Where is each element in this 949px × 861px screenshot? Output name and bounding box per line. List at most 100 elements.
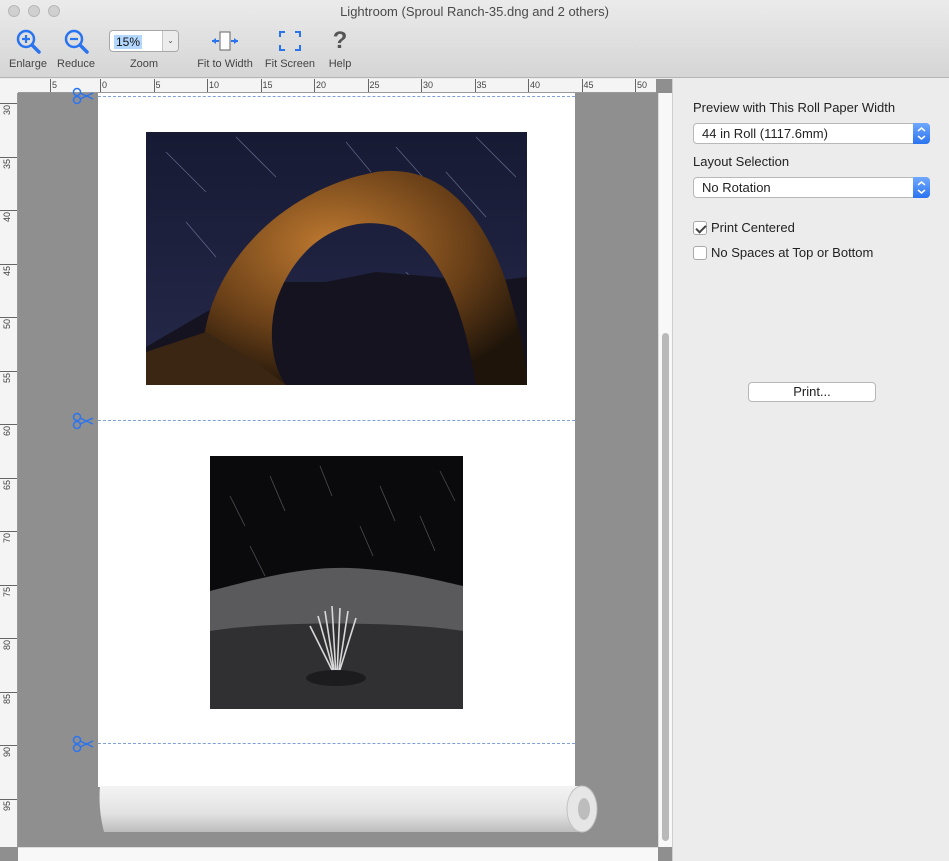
scissors-icon <box>72 87 94 105</box>
enlarge-label: Enlarge <box>9 58 47 70</box>
desert-plant-photo <box>210 456 463 709</box>
roll-width-value: 44 in Roll (1117.6mm) <box>702 126 828 141</box>
ruler-tick <box>581 79 583 92</box>
vertical-scrollbar[interactable] <box>658 93 672 847</box>
ruler-tick <box>0 317 17 318</box>
zoom-value: 15% <box>114 35 143 49</box>
ruler-label: 35 <box>2 158 12 169</box>
cut-line <box>98 96 575 97</box>
fit-screen-icon <box>262 26 318 56</box>
ruler-label: 50 <box>2 319 12 330</box>
ruler-label: 75 <box>2 586 12 597</box>
ruler-label: 95 <box>2 800 12 811</box>
ruler-tick <box>0 798 17 800</box>
updown-arrows-icon <box>913 177 930 198</box>
print-preview-area[interactable]: 5 0 5 10 15 20 25 30 35 40 45 50 30 35 40 45 50 55 60 65 70… <box>0 79 672 861</box>
cut-line <box>98 420 575 421</box>
ruler-label: 20 <box>316 80 327 90</box>
ruler-tick <box>0 584 17 586</box>
print-button[interactable]: Print... <box>748 382 876 402</box>
ruler-tick <box>0 745 17 746</box>
print-centered-checkbox[interactable]: Print Centered <box>693 220 795 235</box>
fit-screen-button[interactable]: Fit Screen <box>262 26 318 70</box>
zoom-label: Zoom <box>129 58 159 70</box>
ruler-tick <box>0 424 17 425</box>
fit-to-width-button[interactable]: Fit to Width <box>190 26 260 70</box>
fit-screen-label: Fit Screen <box>264 58 316 70</box>
window-title: Lightroom (Sproul Ranch-35.dng and 2 oth… <box>340 4 609 19</box>
print-preview-window: Lightroom (Sproul Ranch-35.dng and 2 oth… <box>0 0 949 861</box>
ruler-label: 25 <box>369 80 380 90</box>
cut-line <box>98 743 575 744</box>
checkbox-unchecked-icon[interactable] <box>693 245 707 260</box>
ruler-tick <box>0 103 17 104</box>
titlebar: Lightroom (Sproul Ranch-35.dng and 2 oth… <box>0 0 949 78</box>
ruler-tick <box>367 79 369 92</box>
ruler-tick <box>260 79 262 92</box>
help-icon: ? <box>332 27 348 54</box>
ruler-label: 30 <box>2 105 12 116</box>
ruler-label: 70 <box>2 533 12 544</box>
ruler-label: 15 <box>262 80 273 90</box>
zoom-select[interactable]: 15% ⌄ <box>109 30 179 52</box>
ruler-tick <box>528 79 529 92</box>
ruler-label: 90 <box>2 747 12 758</box>
chevron-down-icon: ⌄ <box>162 31 178 51</box>
scrollbar-thumb[interactable] <box>662 333 669 841</box>
reduce-button[interactable]: Reduce <box>54 26 98 70</box>
horizontal-scrollbar[interactable] <box>18 847 658 861</box>
layout-select[interactable]: No Rotation <box>693 177 930 198</box>
ruler-tick <box>100 79 101 92</box>
enlarge-button[interactable]: Enlarge <box>6 26 50 70</box>
fit-width-icon <box>190 26 260 56</box>
roll-width-label: Preview with This Roll Paper Width <box>693 100 896 115</box>
checkbox-checked-icon[interactable] <box>693 220 707 235</box>
layout-selection-label: Layout Selection <box>693 154 790 169</box>
zoom-in-icon <box>6 26 50 56</box>
ruler-tick <box>0 691 17 693</box>
ruler-tick <box>474 79 476 92</box>
ruler-tick <box>421 79 422 92</box>
ruler-label: 5 <box>52 80 58 90</box>
ruler-label: 60 <box>2 426 12 437</box>
ruler-label: 45 <box>583 80 594 90</box>
scissors-icon <box>72 735 94 753</box>
ruler-tick <box>0 210 17 211</box>
ruler-label: 10 <box>209 80 220 90</box>
layout-value: No Rotation <box>702 180 771 195</box>
zoom-control: 15% ⌄ Zoom <box>108 26 180 70</box>
ruler-corner <box>0 79 18 93</box>
settings-panel: Preview with This Roll Paper Width 44 in… <box>672 79 949 861</box>
no-spaces-checkbox[interactable]: No Spaces at Top or Bottom <box>693 245 873 260</box>
help-button[interactable]: ? Help <box>322 26 358 70</box>
ruler-tick <box>0 156 17 158</box>
ruler-label: 5 <box>155 80 161 90</box>
ruler-tick <box>0 370 17 372</box>
roll-width-select[interactable]: 44 in Roll (1117.6mm) <box>693 123 930 144</box>
ruler-tick <box>0 638 17 639</box>
ruler-label: 65 <box>2 479 12 490</box>
reduce-label: Reduce <box>57 58 95 70</box>
ruler-tick <box>635 79 636 92</box>
ruler-tick <box>207 79 208 92</box>
no-spaces-label: No Spaces at Top or Bottom <box>711 245 874 260</box>
ruler-label: 0 <box>102 80 108 90</box>
fit-width-label: Fit to Width <box>197 58 253 70</box>
arch-night-photo <box>146 132 527 385</box>
print-centered-label: Print Centered <box>711 220 795 235</box>
zoom-out-icon <box>54 26 98 56</box>
ruler-tick <box>0 477 17 479</box>
left-ruler: 30 35 40 45 50 55 60 65 70 75 80 85 90 95 <box>0 93 18 847</box>
ruler-label: 85 <box>2 693 12 704</box>
scissors-icon <box>72 412 94 430</box>
top-ruler: 5 0 5 10 15 20 25 30 35 40 45 50 <box>18 79 656 93</box>
ruler-label: 40 <box>530 80 541 90</box>
ruler-label: 55 <box>2 372 12 383</box>
ruler-tick <box>153 79 155 92</box>
ruler-label: 40 <box>2 212 12 223</box>
ruler-label: 50 <box>637 80 648 90</box>
ruler-label: 35 <box>476 80 487 90</box>
ruler-label: 45 <box>2 265 12 276</box>
updown-arrows-icon <box>913 123 930 144</box>
ruler-tick <box>0 263 17 265</box>
